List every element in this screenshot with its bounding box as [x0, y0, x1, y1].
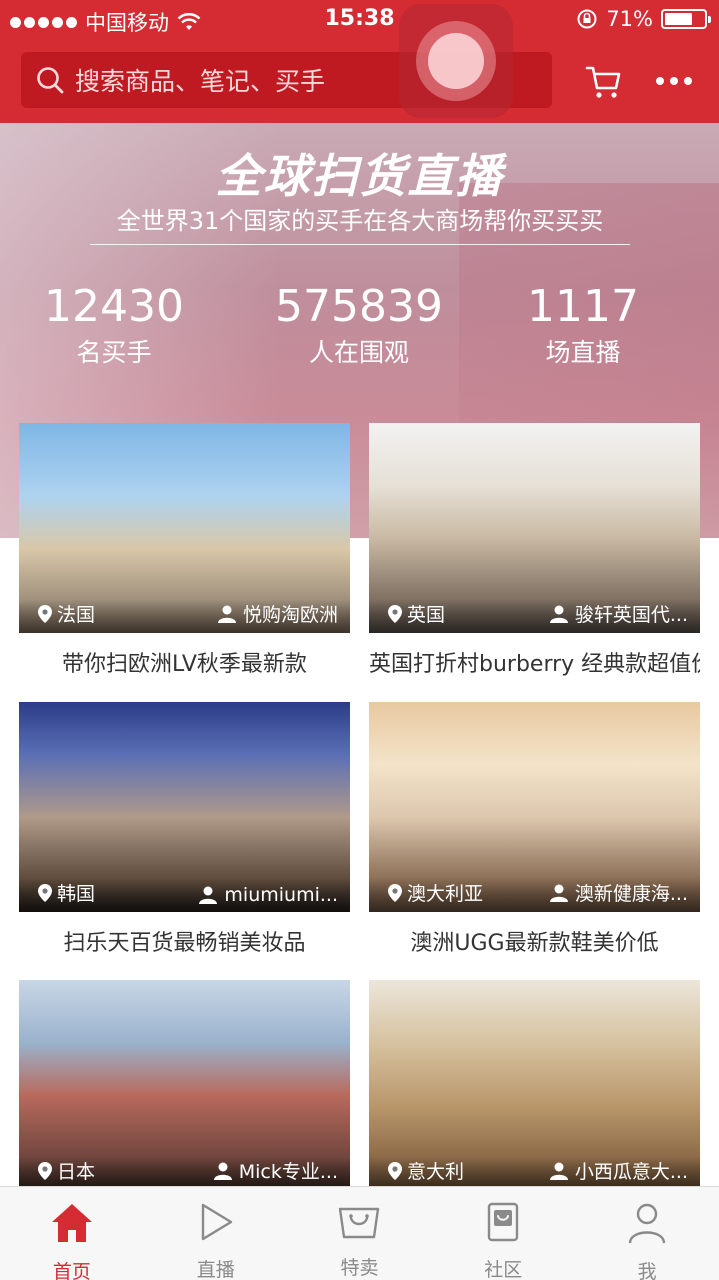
stat-value: 575839 [275, 281, 443, 332]
community-icon [480, 1201, 526, 1243]
home-icon [49, 1201, 95, 1245]
more-button[interactable] [654, 66, 694, 96]
more-dot [656, 77, 664, 85]
search-placeholder: 搜索商品、笔记、买手 [75, 67, 326, 96]
card-country: 意大利 [407, 1161, 465, 1183]
card-country: 日本 [57, 1161, 96, 1183]
tab-label: 首页 [52, 1261, 91, 1280]
live-card[interactable]: 澳大利亚 澳新健康海... 澳洲UGG最新款鞋美价低 [369, 702, 700, 957]
assistive-touch-center [428, 33, 484, 89]
more-dot [684, 77, 692, 85]
card-image: 韩国 miumiumi... [19, 702, 350, 912]
search-icon [37, 67, 64, 94]
tab-community[interactable]: 社区 [431, 1187, 575, 1280]
tab-label: 特卖 [340, 1257, 379, 1279]
card-buyer-name: Mick专业... [238, 1161, 338, 1183]
banner-title: 全球扫货直播 [215, 149, 504, 203]
bottom-tab-bar: 首页 直播 特卖 社区 我 [0, 1186, 719, 1280]
card-country: 法国 [57, 604, 96, 626]
location-pin-icon [388, 604, 402, 623]
card-location: 意大利 [387, 1157, 464, 1184]
card-buyer-name: 骏轩英国代... [574, 604, 688, 626]
card-image: 澳大利亚 澳新健康海... [369, 702, 700, 912]
person-icon [549, 1162, 568, 1180]
stat-buyers: 12430 名买手 [4, 283, 224, 369]
card-country: 澳大利亚 [407, 883, 484, 905]
card-buyer: miumiumi... [198, 884, 338, 906]
person-icon [549, 605, 568, 623]
card-caption: 英国打折村burberry 经典款超值价 [369, 652, 700, 677]
tab-live[interactable]: 直播 [144, 1187, 288, 1280]
live-card[interactable]: 法国 悦购淘欧洲 带你扫欧洲LV秋季最新款 [19, 423, 350, 678]
card-caption: 扫乐天百货最畅销美妆品 [63, 931, 306, 956]
card-location: 韩国 [37, 879, 95, 906]
stat-value: 12430 [44, 281, 184, 332]
rotation-lock-icon [577, 9, 597, 29]
cart-button[interactable] [584, 62, 624, 102]
stat-label: 名买手 [76, 338, 152, 367]
tab-label: 我 [637, 1261, 657, 1280]
card-location: 日本 [37, 1157, 95, 1184]
status-right: 71% [576, 7, 711, 31]
play-icon [193, 1201, 239, 1243]
card-location: 英国 [387, 600, 445, 627]
location-pin-icon [38, 883, 52, 902]
tab-sale[interactable]: 特卖 [288, 1187, 432, 1280]
card-image: 意大利 小西瓜意大... [369, 980, 700, 1190]
tab-label: 直播 [196, 1259, 235, 1280]
more-dot [670, 77, 678, 85]
card-caption: 澳洲UGG最新款鞋美价低 [410, 931, 659, 956]
cart-icon [585, 66, 621, 98]
banner-subtitle: 全世界31个国家的买手在各大商场帮你买买买 [90, 201, 630, 245]
stat-label: 人在围观 [308, 338, 409, 367]
person-icon [213, 1162, 232, 1180]
card-buyer: 澳新健康海... [549, 879, 688, 906]
card-buyer: 小西瓜意大... [549, 1157, 688, 1184]
person-icon [549, 884, 568, 902]
card-buyer-name: miumiumi... [224, 884, 338, 906]
card-image: 英国 骏轩英国代... [369, 423, 700, 633]
location-pin-icon [38, 1161, 52, 1180]
live-card[interactable]: 日本 Mick专业... [19, 980, 350, 1190]
card-buyer: 骏轩英国代... [549, 600, 688, 627]
card-buyer: Mick专业... [213, 1157, 338, 1184]
assistive-touch-button[interactable] [399, 4, 513, 118]
tab-profile[interactable]: 我 [575, 1187, 719, 1280]
card-country: 英国 [407, 604, 446, 626]
battery-percent: 71% [606, 7, 653, 31]
live-card[interactable]: 意大利 小西瓜意大... [369, 980, 700, 1190]
card-location: 澳大利亚 [387, 879, 483, 906]
tab-home[interactable]: 首页 [0, 1187, 144, 1280]
stat-label: 场直播 [545, 338, 621, 367]
card-buyer-name: 悦购淘欧洲 [242, 604, 338, 626]
status-bar: 中国移动 15:38 71% [0, 0, 719, 40]
card-buyer-name: 小西瓜意大... [574, 1161, 688, 1183]
location-pin-icon [388, 1161, 402, 1180]
card-image: 日本 Mick专业... [19, 980, 350, 1190]
card-location: 法国 [37, 600, 95, 627]
person-icon [199, 886, 218, 904]
card-country: 韩国 [57, 883, 96, 905]
person-icon [217, 605, 236, 623]
battery-icon [661, 9, 711, 29]
shopping-bag-icon [336, 1201, 382, 1241]
location-pin-icon [388, 883, 402, 902]
stat-value: 1117 [527, 281, 639, 332]
live-card[interactable]: 韩国 miumiumi... 扫乐天百货最畅销美妆品 [19, 702, 350, 957]
live-card[interactable]: 英国 骏轩英国代... 英国打折村burberry 经典款超值价 [369, 423, 700, 678]
card-buyer: 悦购淘欧洲 [217, 600, 338, 627]
stat-viewers: 575839 人在围观 [249, 283, 469, 369]
tab-label: 社区 [484, 1259, 523, 1280]
stat-lives: 1117 场直播 [473, 283, 693, 369]
profile-icon [624, 1201, 670, 1245]
location-pin-icon [38, 604, 52, 623]
card-image: 法国 悦购淘欧洲 [19, 423, 350, 633]
card-caption: 带你扫欧洲LV秋季最新款 [62, 652, 307, 677]
top-bar: 中国移动 15:38 71% 搜索商品、笔记、买手 [0, 0, 719, 123]
assistive-touch-ring [416, 21, 496, 101]
battery-fill [665, 13, 692, 25]
card-buyer-name: 澳新健康海... [574, 883, 688, 905]
